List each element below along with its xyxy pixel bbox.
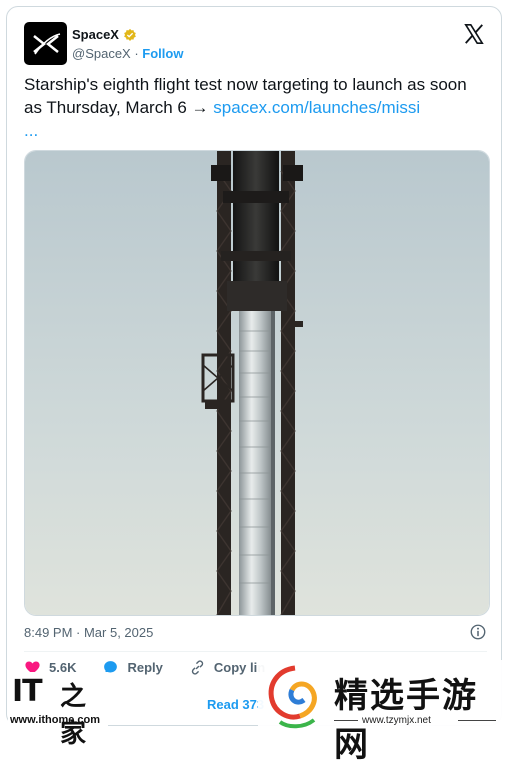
info-icon[interactable] bbox=[469, 623, 487, 641]
spacex-logo-icon bbox=[32, 32, 60, 54]
reply-button[interactable]: Reply bbox=[102, 659, 163, 676]
tweet-header: SpaceX @SpaceX · Follow bbox=[24, 19, 487, 65]
timestamp[interactable]: 8:49 PM · Mar 5, 2025 bbox=[24, 625, 153, 640]
ithome-it-text: IT bbox=[12, 674, 43, 709]
tzymjx-watermark: 精选手游网 www.tzymjx.net bbox=[258, 660, 504, 764]
tweet-link[interactable]: spacex.com/launches/missi bbox=[213, 98, 420, 117]
x-logo-icon[interactable] bbox=[463, 23, 485, 45]
tzymjx-url: www.tzymjx.net bbox=[362, 715, 431, 726]
tweet-link-ellipsis[interactable]: ... bbox=[24, 121, 38, 140]
ithome-watermark: IT 之家 www.ithome.com bbox=[8, 672, 108, 749]
timestamp-row: 8:49 PM · Mar 5, 2025 bbox=[24, 623, 487, 641]
tzymjx-rule-right bbox=[458, 720, 496, 721]
author-handle[interactable]: @SpaceX bbox=[72, 46, 131, 61]
author-name-row: SpaceX bbox=[72, 27, 137, 42]
verified-badge-icon bbox=[124, 28, 136, 41]
ithome-url: www.ithome.com bbox=[10, 714, 101, 726]
follow-button[interactable]: Follow bbox=[142, 46, 183, 61]
read-replies-link[interactable]: Read 373 bbox=[207, 697, 264, 712]
avatar[interactable] bbox=[24, 22, 67, 65]
tweet-card: SpaceX @SpaceX · Follow Starship's eight… bbox=[6, 6, 502, 726]
reply-label: Reply bbox=[127, 660, 163, 675]
tweet-media[interactable] bbox=[24, 150, 490, 616]
author-name[interactable]: SpaceX bbox=[72, 27, 119, 42]
tweet-text: Starship's eighth flight test now target… bbox=[24, 73, 489, 142]
copy-link-button[interactable]: Copy lin bbox=[189, 659, 265, 676]
handle-separator: · bbox=[130, 46, 143, 61]
starship-photo bbox=[25, 151, 489, 615]
divider bbox=[24, 651, 487, 652]
swirl-logo-icon bbox=[268, 665, 317, 729]
link-icon bbox=[191, 660, 204, 675]
tzymjx-rule-left bbox=[334, 720, 358, 721]
author-handle-row: @SpaceX · Follow bbox=[72, 46, 183, 61]
ithome-home-text: 之家 bbox=[60, 682, 87, 749]
